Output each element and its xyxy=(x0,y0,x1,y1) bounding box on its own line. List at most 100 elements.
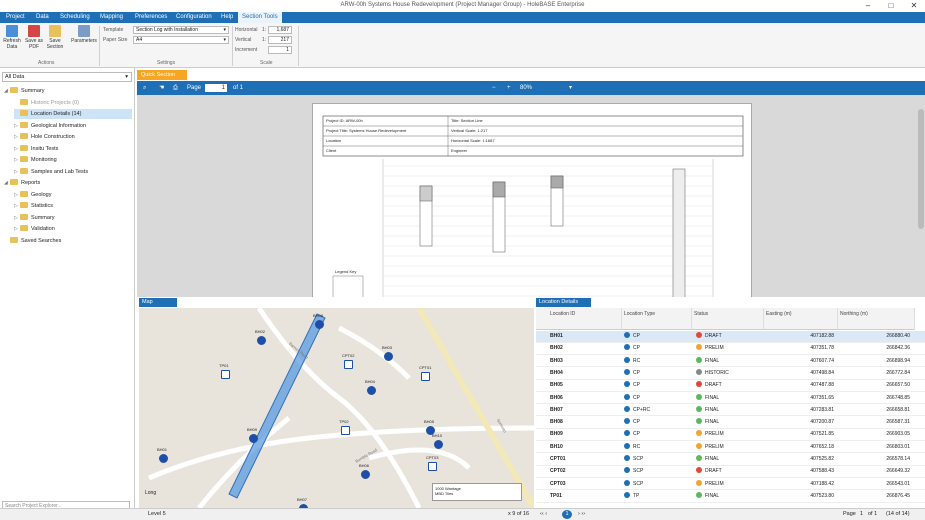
table-row[interactable]: BH07 CP+RC FINAL 407283.81 266658.81 xyxy=(536,405,925,417)
map-marker-icon[interactable] xyxy=(361,470,370,479)
table-row[interactable]: BH08 CP FINAL 407200.87 266587.31 xyxy=(536,417,925,429)
map-marker-icon[interactable] xyxy=(159,454,168,463)
tree-item[interactable]: ◢ Reports xyxy=(4,178,132,188)
close-button[interactable]: ✕ xyxy=(903,0,925,12)
tab-map[interactable]: Map xyxy=(139,298,177,307)
location-type-icon xyxy=(624,344,630,351)
tree-item[interactable]: ▷ Summary xyxy=(14,213,132,223)
chevron-down-icon[interactable]: ▾ xyxy=(569,81,572,95)
menu-data[interactable]: Data xyxy=(36,12,49,23)
map-marker-icon[interactable] xyxy=(434,440,443,449)
northing-cell: 266658.81 xyxy=(886,406,910,413)
horizontal-scale-input[interactable]: 1,687 xyxy=(268,26,292,34)
tree-item[interactable]: ▷ Statistics xyxy=(14,201,132,211)
tree-item[interactable]: ▷ Geological Information xyxy=(14,121,132,131)
pager-current[interactable]: 1 xyxy=(562,510,572,519)
minimize-button[interactable]: – xyxy=(857,0,879,12)
table-row[interactable]: BH10 RC PRELIM 407652.18 266803.01 xyxy=(536,442,925,454)
vertical-scale-input[interactable]: 217 xyxy=(268,36,292,44)
zoom-in-button[interactable]: + xyxy=(507,81,511,95)
tree-item[interactable]: ▷ Geology xyxy=(14,190,132,200)
zoom-level[interactable]: 80% xyxy=(520,81,532,95)
menu-scheduling[interactable]: Scheduling xyxy=(60,12,90,23)
column-header-northing[interactable]: Northing (m) xyxy=(838,308,915,330)
tree-item[interactable]: ▷ Hole Construction xyxy=(14,132,132,142)
pager-next[interactable]: › ›› xyxy=(578,511,585,517)
map-marker-icon[interactable] xyxy=(421,372,430,381)
tree-item[interactable]: ▷ Samples and Lab Tests xyxy=(14,167,132,177)
tab-quick-section[interactable]: Quick Section xyxy=(137,70,187,80)
column-header-status[interactable]: Status xyxy=(692,308,764,330)
map-view[interactable]: BH01 BH02 TP01 BH03 CPT01 BH04 CPT02 BH05 TP02 BH… xyxy=(139,308,534,508)
northing-cell: 266898.94 xyxy=(886,357,910,364)
table-row[interactable]: CPT02 SCP DRAFT 407588.43 266649.32 xyxy=(536,466,925,478)
map-marker-icon[interactable] xyxy=(384,352,393,361)
zoom-out-button[interactable]: − xyxy=(492,81,496,95)
save-section-button[interactable]: Save Section xyxy=(45,25,65,50)
menu-preferences[interactable]: Preferences xyxy=(135,12,167,23)
table-row[interactable]: BH05 CP DRAFT 407487.88 266657.50 xyxy=(536,380,925,392)
tree-item[interactable]: ▷ Validation xyxy=(14,224,132,234)
menu-project[interactable]: Project xyxy=(6,12,25,23)
location-type: SCP xyxy=(633,456,644,462)
location-type-cell: CP xyxy=(624,380,640,392)
maximize-button[interactable]: □ xyxy=(880,0,902,12)
menu-section-tools[interactable]: Section Tools xyxy=(238,12,282,23)
paper-size-dropdown[interactable]: A4 ▾ xyxy=(133,36,229,44)
tree-item[interactable]: ◢ Summary xyxy=(4,86,132,96)
template-dropdown[interactable]: Section Log with Installation ▾ xyxy=(133,26,229,34)
table-page-value[interactable]: 1 xyxy=(860,511,863,517)
table-row[interactable]: BH09 CP PRELIM 407521.85 266903.05 xyxy=(536,429,925,442)
table-row[interactable]: BH02 CP PRELIM 407351.78 266842.36 xyxy=(536,343,925,355)
print-icon[interactable]: ⎙ xyxy=(173,81,178,95)
column-header-location-id[interactable]: Location ID xyxy=(536,308,622,330)
refresh-data-button[interactable]: Refresh Data xyxy=(2,25,22,50)
tree-item[interactable]: Saved Searches xyxy=(4,236,132,246)
table-row[interactable]: BH06 CP FINAL 407351.65 266748.85 xyxy=(536,393,925,405)
table-row[interactable]: BH04 CP HISTORIC 407498.84 266772.84 xyxy=(536,368,925,380)
save-as-pdf-button[interactable]: Save as PDF xyxy=(24,25,44,50)
sheet-vertical-scale: Vertical Scale: 1:217 xyxy=(451,128,488,133)
tree-item[interactable]: ▷ Insitu Tests xyxy=(14,144,132,154)
sheet-location: Location xyxy=(326,138,342,143)
tree-item[interactable]: ▷ Monitoring xyxy=(14,155,132,165)
column-header-location-type[interactable]: Location Type xyxy=(622,308,692,330)
tree-item[interactable]: Location Details (14) xyxy=(14,109,132,119)
map-marker-icon[interactable] xyxy=(428,462,437,471)
map-marker-icon[interactable] xyxy=(315,320,324,329)
table-row[interactable]: TP01 TP FINAL 407523.80 266876.45 xyxy=(536,491,925,503)
tab-location-details[interactable]: Location Details xyxy=(536,298,591,307)
table-row[interactable]: CPT01 SCP FINAL 407525.82 266578.14 xyxy=(536,454,925,466)
northing-cell: 266842.36 xyxy=(886,345,910,352)
parameters-button[interactable]: Parameters xyxy=(71,25,97,44)
hand-tool-icon[interactable]: ☚ xyxy=(159,81,164,95)
page-number-input[interactable]: 1 xyxy=(205,84,227,92)
table-row[interactable]: BH01 CP DRAFT 407182.88 266880.40 xyxy=(536,331,925,343)
menu-help[interactable]: Help xyxy=(221,12,233,23)
map-marker-label: BH04 xyxy=(365,379,376,384)
location-id: BH10 xyxy=(550,443,563,450)
menu-configuration[interactable]: Configuration xyxy=(176,12,212,23)
search-icon[interactable]: ⌕ xyxy=(143,81,146,95)
map-marker-icon[interactable] xyxy=(257,336,266,345)
status-dot-icon xyxy=(696,381,702,388)
map-marker-icon[interactable] xyxy=(221,370,230,379)
pager-prev[interactable]: ‹‹ ‹ xyxy=(540,511,547,517)
map-marker-icon[interactable] xyxy=(249,434,258,443)
increment-input[interactable]: 1 xyxy=(268,46,292,54)
table-row[interactable]: BH03 RC FINAL 407607.74 266898.94 xyxy=(536,356,925,368)
table-row[interactable]: CPT03 SCP PRELIM 407188.42 266543.01 xyxy=(536,479,925,491)
explorer-filter-dropdown[interactable]: All Data ▾ xyxy=(2,72,132,82)
location-type-cell: CP xyxy=(624,331,640,343)
viewer-scrollbar[interactable] xyxy=(918,109,924,229)
menu-mapping[interactable]: Mapping xyxy=(100,12,123,23)
save-section-label: Save Section xyxy=(46,38,64,50)
table-page-label: Page xyxy=(843,511,856,517)
map-marker-label: CPT03 xyxy=(426,455,439,460)
tree-item[interactable]: Historic Projects (0) xyxy=(14,98,132,108)
column-header-easting[interactable]: Easting (m) xyxy=(764,308,838,330)
map-marker-icon[interactable] xyxy=(367,386,376,395)
map-marker-icon[interactable] xyxy=(344,360,353,369)
map-marker-icon[interactable] xyxy=(341,426,350,435)
chevron-down-icon: ▾ xyxy=(125,74,128,80)
